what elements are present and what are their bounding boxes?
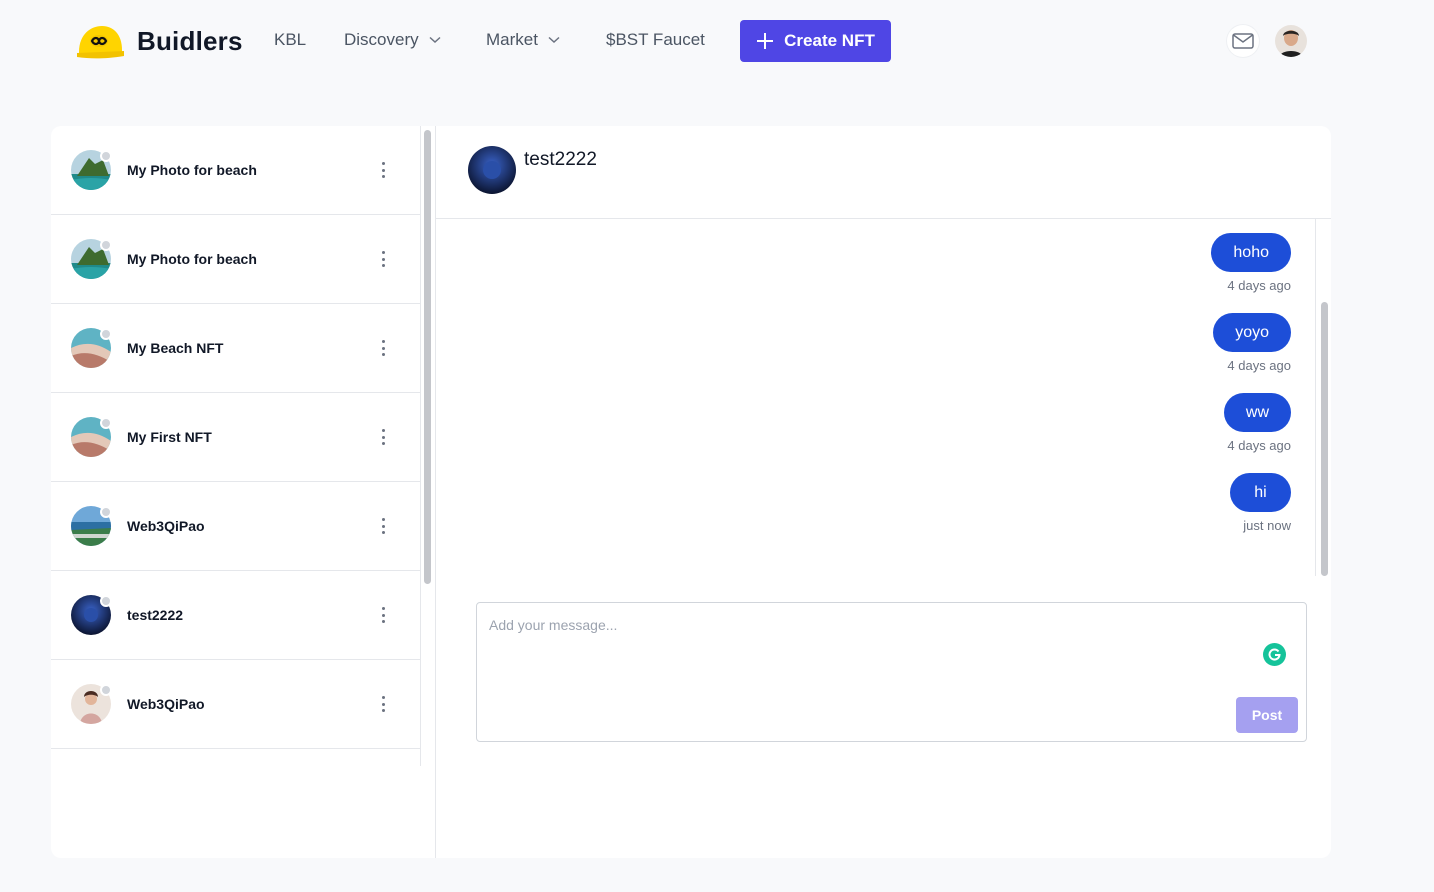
conversation-item[interactable]: My Beach NFT <box>51 304 421 393</box>
message-bubble: yoyo <box>1213 313 1291 352</box>
status-dot <box>100 684 112 696</box>
nav-discovery[interactable]: Discovery <box>344 30 441 50</box>
message-input[interactable] <box>489 617 1249 633</box>
message-time: 4 days ago <box>1227 438 1291 453</box>
conversation-name: Web3QiPao <box>127 518 205 534</box>
nav-kbl[interactable]: KBL <box>274 30 306 50</box>
plus-icon <box>757 33 774 49</box>
create-nft-label: Create NFT <box>784 31 875 50</box>
status-dot <box>100 595 112 607</box>
nav-discovery-label: Discovery <box>344 30 419 49</box>
chat-title: test2222 <box>524 149 597 170</box>
message-time: 4 days ago <box>1227 358 1291 373</box>
scrollbar-thumb[interactable] <box>424 130 431 584</box>
nav-market[interactable]: Market <box>486 30 560 50</box>
nav-kbl-label: KBL <box>274 30 307 49</box>
conversation-name: test2222 <box>127 607 184 623</box>
conversation-name: My First NFT <box>127 429 212 445</box>
dark-blue-orb-avatar <box>468 146 516 194</box>
conversation-name: Web3QiPao <box>127 696 205 712</box>
message: hi just now <box>1230 473 1291 533</box>
mail-icon <box>1232 33 1254 49</box>
brand-logo[interactable]: Buidlers <box>75 22 243 60</box>
more-vertical-icon[interactable] <box>377 694 389 714</box>
nav-faucet[interactable]: $BST Faucet <box>606 30 705 50</box>
conversation-item[interactable]: My Photo for beach <box>51 126 421 215</box>
more-vertical-icon[interactable] <box>377 249 389 269</box>
chat-panel: test2222 hoho 4 days ago yoyo 4 days ago… <box>436 126 1331 858</box>
post-button[interactable]: Post <box>1236 697 1298 733</box>
more-vertical-icon[interactable] <box>377 516 389 536</box>
nav-market-label: Market <box>486 30 538 49</box>
message-composer: Post <box>476 602 1307 742</box>
message-bubble: hoho <box>1211 233 1291 272</box>
conversation-name: My Beach NFT <box>127 340 224 356</box>
scrollbar-thumb[interactable] <box>1321 302 1328 576</box>
message: yoyo 4 days ago <box>1213 313 1291 373</box>
chat-header: test2222 <box>436 126 1331 219</box>
message-time: 4 days ago <box>1227 278 1291 293</box>
more-vertical-icon[interactable] <box>377 605 389 625</box>
brand-name: Buidlers <box>137 25 243 56</box>
chevron-down-icon <box>429 36 441 44</box>
conversation-item[interactable]: Web3QiPao <box>51 482 421 571</box>
message-bubble: ww <box>1223 393 1291 432</box>
status-dot <box>100 150 112 162</box>
nav-faucet-label: $BST Faucet <box>606 30 705 49</box>
message-list: hoho 4 days ago yoyo 4 days ago ww 4 day… <box>436 219 1316 576</box>
messages-button[interactable] <box>1227 25 1259 57</box>
top-nav: Buidlers KBL Discovery Market $BST Fauce… <box>0 0 1434 82</box>
more-vertical-icon[interactable] <box>377 427 389 447</box>
scrollbar-track <box>420 126 421 766</box>
conversation-item[interactable]: test2222 <box>51 571 421 660</box>
conversation-panel: My Photo for beach My Photo for beach My… <box>51 126 436 858</box>
message-time: just now <box>1243 518 1291 533</box>
conversation-name: My Photo for beach <box>127 162 257 178</box>
message: hoho 4 days ago <box>1211 233 1291 293</box>
user-avatar[interactable] <box>1275 25 1307 57</box>
helmet-logo-icon <box>75 22 125 60</box>
status-dot <box>100 328 112 340</box>
status-dot <box>100 239 112 251</box>
message: ww 4 days ago <box>1223 393 1291 453</box>
status-dot <box>100 417 112 429</box>
conversation-list: My Photo for beach My Photo for beach My… <box>51 126 421 766</box>
conversation-item[interactable]: My First NFT <box>51 393 421 482</box>
more-vertical-icon[interactable] <box>377 338 389 358</box>
message-bubble: hi <box>1230 473 1291 512</box>
conversation-item[interactable]: Web3QiPao <box>51 660 421 749</box>
chevron-down-icon <box>548 36 560 44</box>
status-dot <box>100 506 112 518</box>
more-vertical-icon[interactable] <box>377 160 389 180</box>
conversation-name: My Photo for beach <box>127 251 257 267</box>
create-nft-button[interactable]: Create NFT <box>740 20 891 62</box>
grammarly-icon[interactable] <box>1263 643 1286 666</box>
conversation-item[interactable]: My Photo for beach <box>51 215 421 304</box>
